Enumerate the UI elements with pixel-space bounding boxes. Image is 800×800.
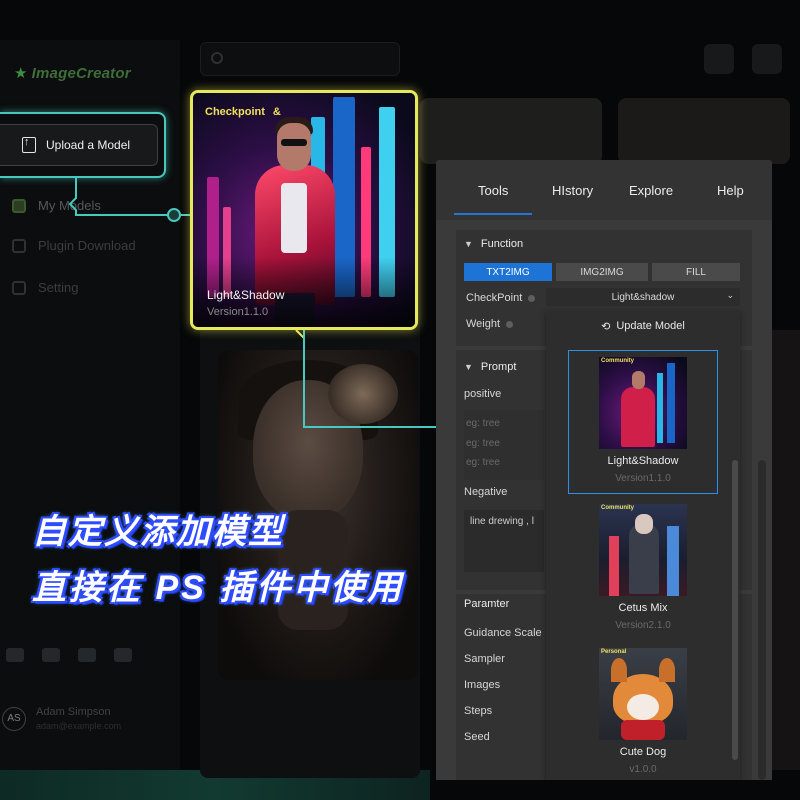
download-icon: [12, 238, 26, 253]
checkpoint-select-value: Light&shadow: [611, 291, 675, 303]
images-label: Images: [464, 679, 501, 691]
search-icon: [211, 52, 223, 64]
guidance-scale-label: Guidance Scale: [464, 627, 542, 639]
checkpoint-label: CheckPoint: [466, 292, 536, 304]
gear-icon: [12, 280, 26, 295]
positive-placeholder: eg: tree: [466, 438, 500, 449]
user-email: adam@example.com: [36, 721, 122, 731]
model-badge: Personal: [601, 649, 627, 655]
model-version: Version2.1.0: [615, 620, 671, 631]
avatar: AS: [2, 706, 26, 731]
mode-img2img-button[interactable]: IMG2IMG: [556, 263, 648, 281]
sidebar-item-label: Setting: [38, 280, 79, 295]
sidebar-item-label: Plugin Download: [38, 238, 136, 253]
prompt-header-label: Prompt: [480, 361, 517, 373]
negative-prompt-value: line drewing , l: [470, 516, 534, 527]
tab-explore[interactable]: Explore: [629, 183, 673, 198]
refresh-icon: ⟲: [601, 320, 611, 333]
model-card-version: Version1.1.0: [207, 306, 269, 318]
tab-tools[interactable]: Tools: [478, 183, 508, 198]
negative-prompt-input[interactable]: line drewing , l: [464, 510, 544, 572]
upload-model-button[interactable]: Upload a Model: [0, 124, 158, 166]
app-logo-text: ImageCreator: [31, 65, 131, 82]
file-icon[interactable]: [704, 44, 734, 74]
model-name: Light&Shadow: [607, 455, 679, 467]
model-type-label: Checkpoint: [205, 106, 265, 118]
model-badge: Community: [601, 505, 634, 511]
mode-txt2img-button[interactable]: TXT2IMG: [464, 263, 552, 281]
social-links: [6, 648, 132, 662]
steps-label: Steps: [464, 705, 493, 717]
model-type-tag: Checkpoint &: [205, 106, 281, 118]
update-model-label: Update Model: [616, 320, 685, 332]
update-model-button[interactable]: ⟲ Update Model: [546, 314, 740, 338]
model-badge: Community: [601, 358, 634, 364]
model-thumbnail: Community: [599, 357, 687, 449]
sidebar-item-label: My Models: [38, 198, 101, 213]
promo-text-line-2: 直接在 PS 插件中使用: [32, 569, 405, 607]
prompt-section-header[interactable]: ▼ Prompt: [464, 361, 516, 373]
chevron-down-icon: ⌄: [726, 290, 734, 300]
twitter-icon[interactable]: [78, 648, 96, 662]
file-icon[interactable]: [752, 44, 782, 74]
positive-placeholder: eg: tree: [466, 457, 500, 468]
discord-icon[interactable]: [42, 648, 60, 662]
checkpoint-label-text: CheckPoint: [466, 292, 523, 304]
function-section-header[interactable]: ▼ Function: [464, 238, 523, 250]
search-input[interactable]: [200, 42, 400, 76]
dropdown-model-item[interactable]: Personal Cute Dog v1.0.0: [568, 648, 718, 780]
dropdown-model-item[interactable]: Community Cetus Mix Version2.1.0: [568, 504, 718, 644]
negative-label: Negative: [464, 486, 508, 498]
sidebar-item-setting[interactable]: Setting: [12, 280, 78, 295]
gallery-thumb[interactable]: [420, 98, 602, 164]
dropdown-model-item[interactable]: Community Light&Shadow Version1.1.0: [568, 350, 718, 494]
model-thumbnail: Personal: [599, 648, 687, 740]
info-icon[interactable]: [506, 320, 514, 328]
user-name: Adam Simpson: [36, 706, 111, 718]
model-version: Version1.1.0: [615, 473, 671, 484]
sampler-label: Sampler: [464, 653, 505, 665]
tab-help[interactable]: Help: [717, 183, 744, 198]
chevron-down-icon: ▼: [464, 362, 473, 372]
model-card-title: Light&Shadow: [207, 288, 285, 302]
weight-label-text: Weight: [466, 318, 501, 330]
model-name: Cute Dog: [619, 746, 667, 758]
mode-fill-button[interactable]: FILL: [652, 263, 740, 281]
model-version: v1.0.0: [629, 764, 657, 775]
grid-icon: [12, 198, 26, 213]
function-header-label: Function: [480, 238, 524, 250]
upload-icon: [22, 136, 36, 153]
youtube-icon[interactable]: [6, 648, 24, 662]
gallery-thumb[interactable]: [618, 98, 790, 164]
promo-text-line-1: 自定义添加模型: [32, 513, 284, 551]
app-logo: ★ ImageCreator: [14, 65, 131, 82]
user-profile[interactable]: AS Adam Simpson adam@example.com: [2, 706, 121, 731]
active-tab-indicator: [454, 213, 532, 215]
model-card[interactable]: Checkpoint & Light&Shadow Version1.1.0: [190, 90, 418, 330]
tab-history[interactable]: HIstory: [552, 183, 593, 198]
model-type-symbol: &: [272, 106, 281, 118]
top-bar: [190, 42, 790, 78]
plugin-panel: Tools HIstory Explore Help ▼ Function TX…: [436, 160, 772, 780]
positive-label: positive: [464, 388, 502, 400]
info-icon[interactable]: [528, 294, 536, 302]
dropdown-scrollbar[interactable]: [732, 460, 738, 760]
weight-label: Weight: [466, 318, 514, 330]
model-name: Cetus Mix: [618, 602, 668, 614]
chevron-down-icon: ▼: [464, 239, 473, 249]
sidebar-item-plugin-download[interactable]: Plugin Download: [12, 238, 136, 253]
seed-label: Seed: [464, 731, 490, 743]
parameter-header-label: Paramter: [464, 598, 510, 610]
upload-model-label: Upload a Model: [46, 138, 131, 152]
model-thumbnail: Community: [599, 504, 687, 596]
community-icon[interactable]: [114, 648, 132, 662]
parameter-section-header[interactable]: Paramter: [464, 598, 509, 610]
panel-scrollbar[interactable]: [758, 460, 766, 780]
panel-tabs: Tools HIstory Explore Help: [436, 160, 772, 220]
sidebar-item-my-models[interactable]: My Models: [12, 198, 101, 213]
checkpoint-dropdown: ⟲ Update Model Community Light&Shadow Ve…: [546, 310, 740, 780]
positive-placeholder: eg: tree: [466, 418, 500, 429]
checkpoint-select[interactable]: Light&shadow ⌄: [546, 288, 740, 306]
